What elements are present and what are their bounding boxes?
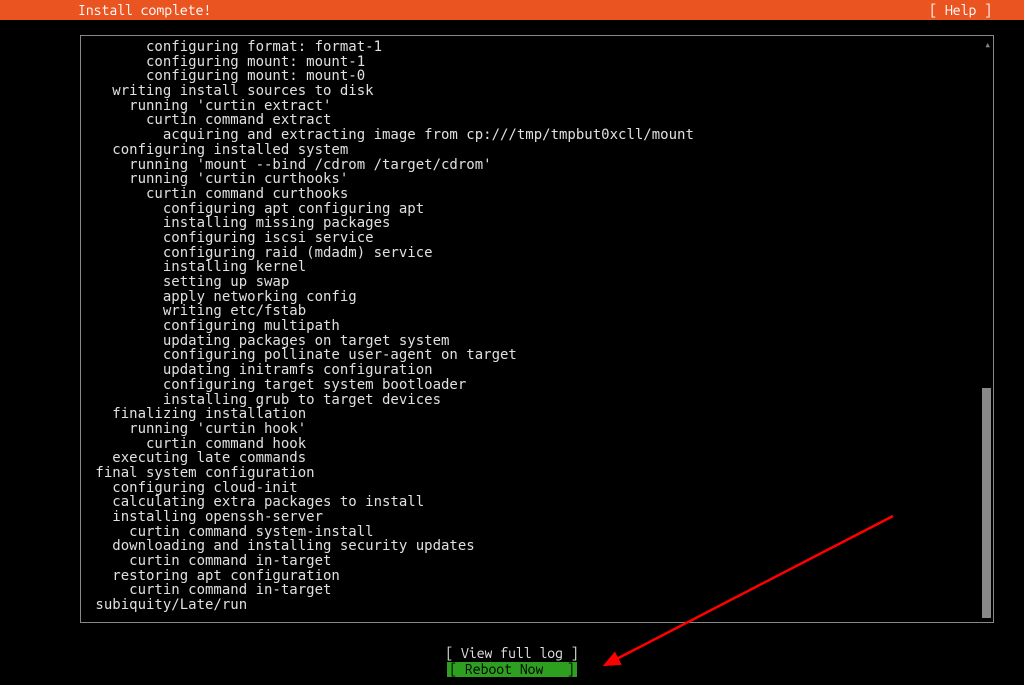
scroll-up-icon[interactable]: ▴ xyxy=(984,38,991,50)
view-full-log-button[interactable]: [ View full log ] xyxy=(445,646,578,661)
install-log: configuring format: format-1 configuring… xyxy=(81,36,993,617)
button-row: [ View full log ] [ Reboot Now ] xyxy=(0,646,1024,677)
header-bar: Install complete! [ Help ] xyxy=(0,0,1024,20)
scrollbar-thumb[interactable] xyxy=(982,388,991,618)
scroll-down-icon[interactable]: ▾ xyxy=(984,608,991,620)
reboot-now-button[interactable]: [ Reboot Now ] xyxy=(447,662,576,677)
scrollbar[interactable]: ▴ ▾ xyxy=(981,38,991,620)
page-title: Install complete! xyxy=(8,2,211,18)
help-button[interactable]: [ Help ] xyxy=(929,2,1016,18)
log-panel: configuring format: format-1 configuring… xyxy=(80,35,994,623)
